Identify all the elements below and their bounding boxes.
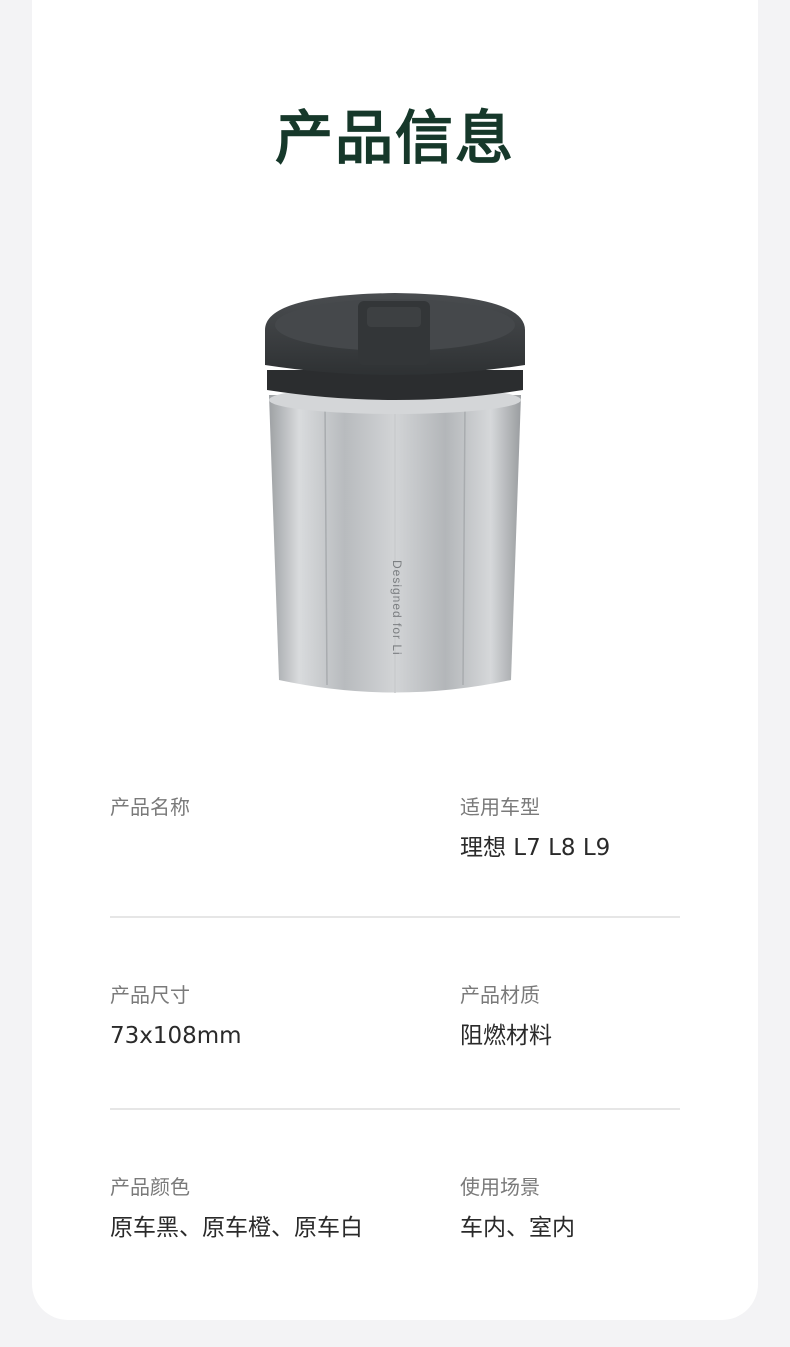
spec-value: 理想 L7 L8 L9	[460, 835, 611, 861]
spec-value: 阻燃材料	[460, 1023, 552, 1049]
spec-item-compatible-models: 适用车型 理想 L7 L8 L9	[460, 780, 610, 864]
spec-row: 产品名称 适用车型 理想 L7 L8 L9	[110, 780, 680, 968]
spec-row: 产品颜色 原车黑、原车橙、原车白 使用场景 车内、室内	[110, 1160, 680, 1347]
divider	[110, 916, 680, 918]
spec-value: 原车黑、原车橙、原车白	[110, 1215, 363, 1241]
spec-item-usage: 使用场景 车内、室内	[460, 1160, 575, 1244]
engraving-text: Designed for Li	[390, 560, 404, 656]
spec-table: 产品名称 适用车型 理想 L7 L8 L9 产品尺寸 73x108mm 产品材质…	[110, 780, 680, 1344]
spec-label: 适用车型	[460, 795, 540, 819]
product-image-cup-holder: Designed for Li	[265, 293, 525, 693]
spec-item-name: 产品名称	[110, 780, 190, 832]
spec-value: 车内、室内	[460, 1215, 575, 1241]
spec-item-material: 产品材质 阻燃材料	[460, 968, 552, 1052]
spec-label: 产品材质	[460, 983, 540, 1007]
spec-label: 产品颜色	[110, 1175, 190, 1199]
spec-item-color: 产品颜色 原车黑、原车橙、原车白	[110, 1160, 363, 1244]
spec-label: 产品名称	[110, 795, 190, 819]
spec-row: 产品尺寸 73x108mm 产品材质 阻燃材料	[110, 968, 680, 1156]
page-title: 产品信息	[274, 104, 515, 172]
spec-label: 产品尺寸	[110, 983, 190, 1007]
spec-value: 73x108mm	[110, 1023, 242, 1049]
divider	[110, 1108, 680, 1110]
spec-item-size: 产品尺寸 73x108mm	[110, 968, 242, 1052]
spec-label: 使用场景	[460, 1175, 540, 1199]
